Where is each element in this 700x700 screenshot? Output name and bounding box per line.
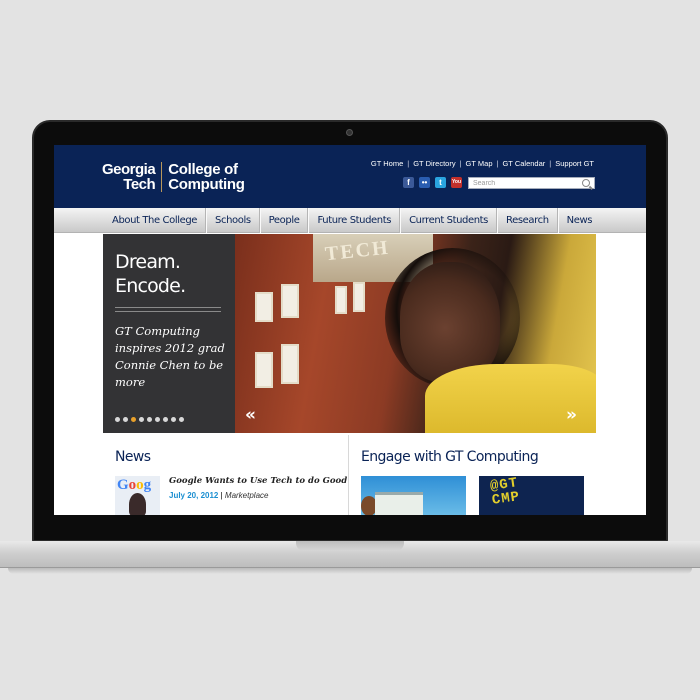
college-wordmark: College of Computing — [168, 161, 245, 193]
news-thumb-person — [129, 493, 146, 515]
section-divider — [348, 435, 349, 515]
utility-link-gt-home[interactable]: GT Home — [371, 159, 403, 168]
utility-separator: | — [459, 159, 462, 168]
window — [353, 282, 365, 312]
carousel-dot[interactable] — [155, 417, 160, 422]
main-nav: About The College Schools People Future Stu… — [54, 208, 646, 233]
social-icons: f •• t You — [403, 177, 462, 188]
hero-headline: Dream. Encode. — [115, 251, 186, 297]
youtube-icon[interactable]: You — [451, 177, 462, 188]
laptop-notch — [296, 541, 404, 551]
nav-item-news[interactable]: News — [557, 208, 600, 233]
nav-item-about-the-college[interactable]: About The College — [104, 208, 207, 233]
gt-wordmark: Georgia Tech — [102, 161, 156, 193]
news-source: Marketplace — [224, 491, 269, 500]
site-header: Georgia Tech College of Computing GT Hom… — [54, 145, 646, 208]
news-date: July 20, 2012 — [169, 491, 219, 500]
main-nav-items: About The College Schools People Future Stu… — [104, 208, 600, 233]
hero-rule — [115, 311, 221, 312]
carousel-dot[interactable] — [131, 417, 136, 422]
search-icon[interactable] — [582, 179, 590, 187]
utility-separator: | — [407, 159, 410, 168]
hero-rule — [115, 307, 221, 308]
hero-carousel[interactable]: TECH Dream. Encode. GT Computing inspire… — [103, 234, 596, 433]
engage-title: Engage with GT Computing — [361, 449, 539, 465]
window — [281, 344, 299, 384]
site-logo[interactable]: Georgia Tech College of Computing — [102, 159, 245, 195]
carousel-dot[interactable] — [171, 417, 176, 422]
window — [281, 284, 299, 318]
news-headline[interactable]: Google Wants to Use Tech to do Good — [169, 476, 347, 486]
carousel-dot[interactable] — [147, 417, 152, 422]
utility-separator: | — [549, 159, 552, 168]
flickr-icon[interactable]: •• — [419, 177, 430, 188]
utility-separator: | — [496, 159, 499, 168]
nav-item-current-students[interactable]: Current Students — [400, 208, 497, 233]
carousel-dot[interactable] — [139, 417, 144, 422]
engage-image-campus[interactable] — [361, 476, 466, 515]
next-arrow-icon[interactable]: » — [566, 405, 577, 425]
building — [375, 492, 423, 515]
news-meta: July 20, 2012 | Marketplace — [169, 491, 268, 500]
camera-icon — [346, 129, 353, 136]
window — [255, 292, 273, 322]
utility-link-gt-calendar[interactable]: GT Calendar — [502, 159, 545, 168]
news-thumbnail[interactable]: Goog — [115, 476, 160, 515]
window — [255, 352, 273, 388]
carousel-dots — [115, 417, 184, 422]
utility-links: GT Home | GT Directory | GT Map | GT Calendar |… — [371, 159, 594, 168]
utility-link-support-gt[interactable]: Support GT — [555, 159, 594, 168]
carousel-dot[interactable] — [123, 417, 128, 422]
utility-link-gt-map[interactable]: GT Map — [466, 159, 493, 168]
nav-item-future-students[interactable]: Future Students — [308, 208, 401, 233]
news-title: News — [115, 449, 151, 465]
engage-section: Engage with GT Computing @GT CMP — [361, 435, 601, 515]
utility-link-gt-directory[interactable]: GT Directory — [413, 159, 455, 168]
laptop-shadow — [8, 568, 692, 574]
news-section: News Goog Google Wants to Use Tech to do… — [103, 435, 348, 515]
news-thumb-logo: Goog — [117, 477, 152, 493]
engage-badge-text: @GT CMP — [489, 476, 522, 509]
window — [335, 286, 347, 314]
prev-arrow-icon[interactable]: « — [245, 405, 256, 425]
hero-text-panel: Dream. Encode. GT Computing inspires 201… — [103, 234, 235, 433]
search-box[interactable] — [468, 177, 595, 189]
engage-image-social[interactable]: @GT CMP — [479, 476, 584, 515]
twitter-icon[interactable]: t — [435, 177, 446, 188]
nav-item-schools[interactable]: Schools — [206, 208, 260, 233]
hero-photo: TECH — [235, 234, 596, 433]
logo-divider — [161, 162, 163, 192]
browser-screen: Georgia Tech College of Computing GT Hom… — [54, 145, 646, 515]
facebook-icon[interactable]: f — [403, 177, 414, 188]
hero-caption[interactable]: GT Computing inspires 2012 grad Connie C… — [115, 323, 225, 391]
search-input[interactable] — [469, 179, 579, 187]
nav-item-research[interactable]: Research — [497, 208, 558, 233]
carousel-dot[interactable] — [163, 417, 168, 422]
carousel-dot[interactable] — [115, 417, 120, 422]
nav-item-people[interactable]: People — [259, 208, 309, 233]
carousel-dot[interactable] — [179, 417, 184, 422]
